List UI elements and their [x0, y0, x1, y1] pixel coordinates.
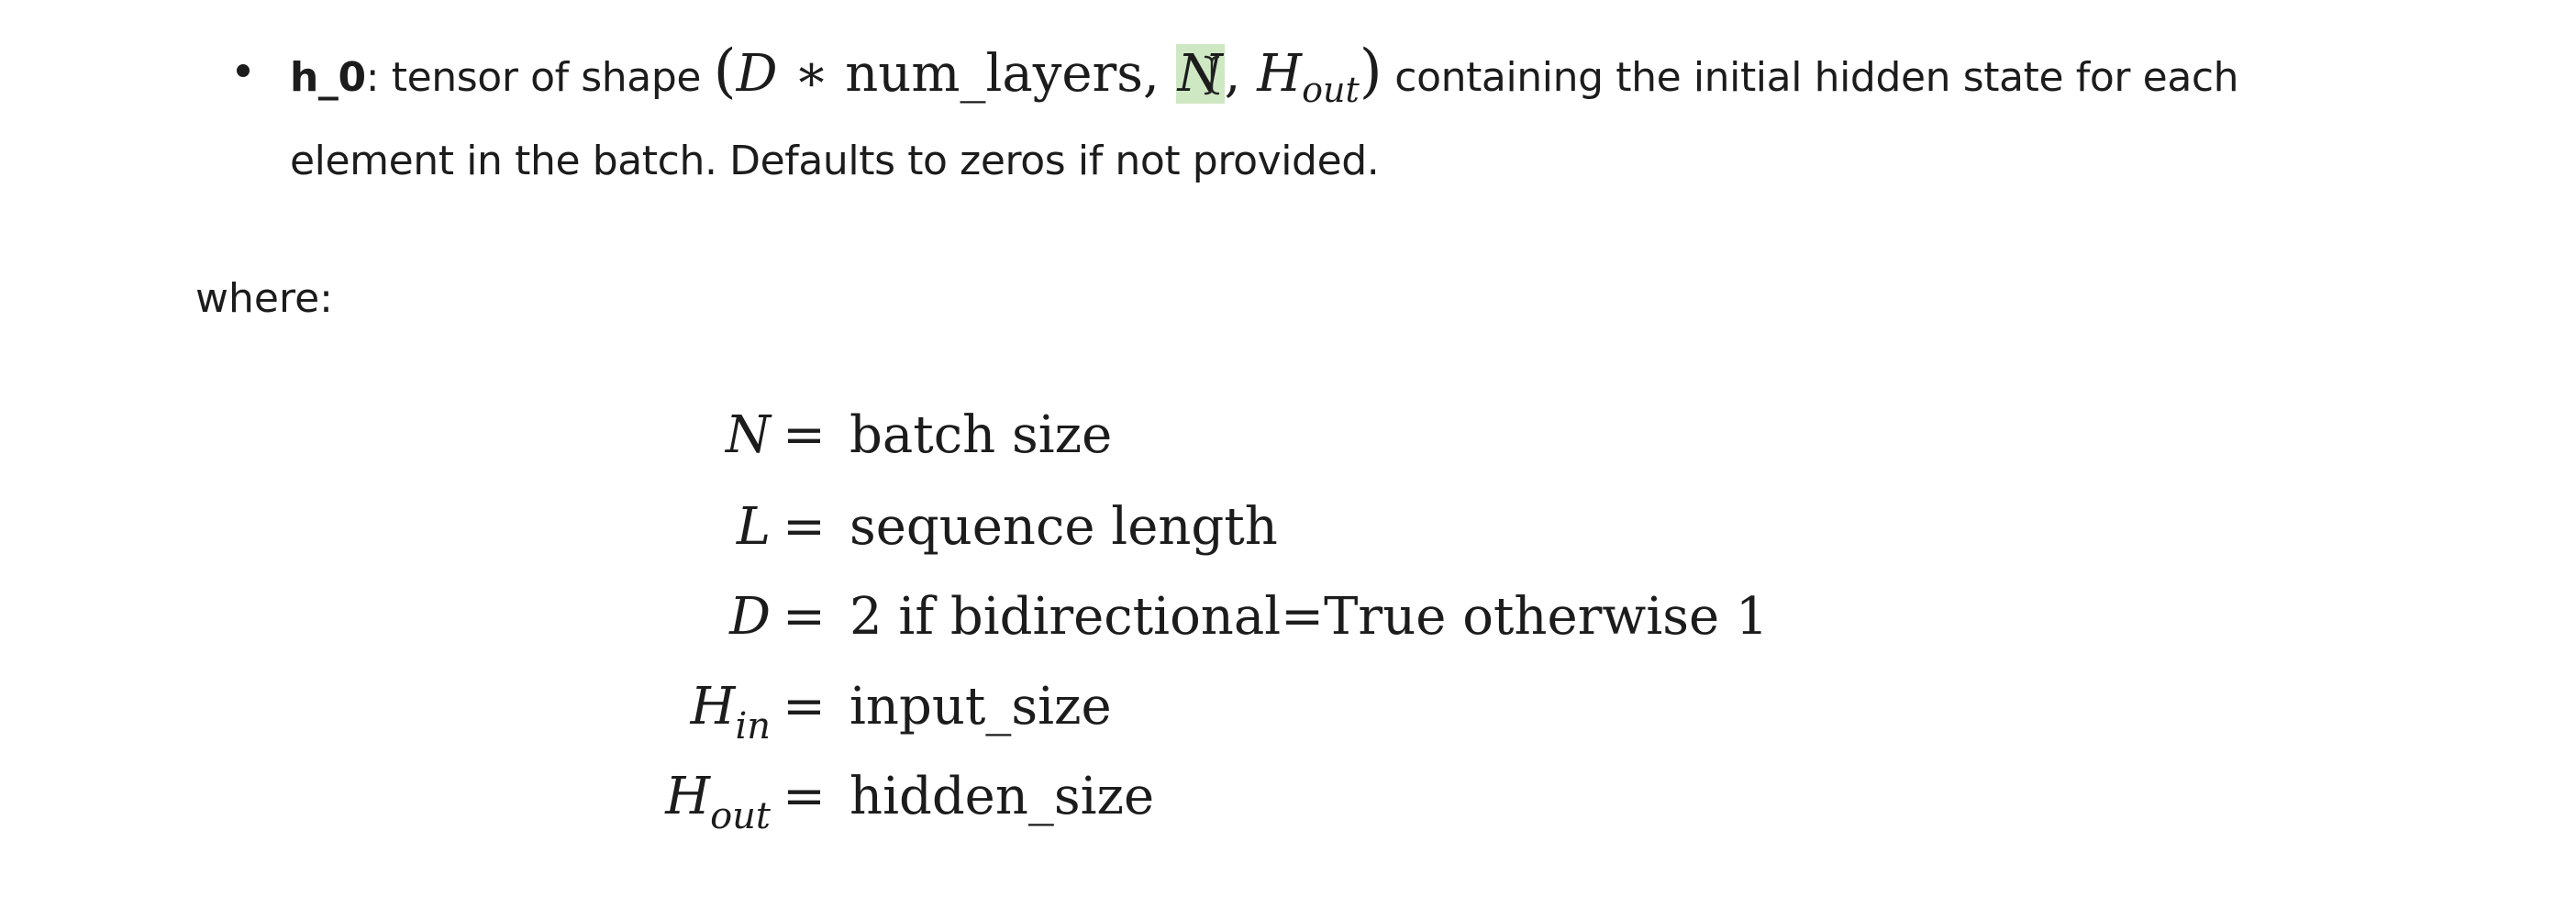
param-name: h_0 [290, 54, 366, 101]
definition-value: sequence length [849, 497, 1278, 557]
definition-value: 2 if bidirectional=True otherwise 1 [849, 587, 1769, 647]
equals-sign: = [783, 767, 826, 826]
definition-value: batch size [849, 405, 1113, 465]
shape-h-symbol: H [1257, 44, 1303, 104]
where-label: where: [195, 275, 333, 322]
bullet-dot-icon [237, 64, 250, 77]
shape-comma-1: , [1143, 44, 1176, 104]
definition-symbol: Hout [665, 767, 771, 837]
definition-value: hidden_size [849, 767, 1155, 826]
shape-h-subscript: out [1302, 70, 1360, 110]
shape-formula: (D ∗ num_layers, N, Hout) [714, 42, 1382, 110]
shape-d-symbol: D [736, 44, 778, 104]
definition-row: L = sequence length [0, 486, 1835, 569]
shape-comma-2: , [1224, 44, 1258, 104]
definition-value: input_size [849, 677, 1112, 736]
definition-symbol: D [729, 587, 771, 647]
equals-sign: = [783, 405, 826, 465]
shape-times-operator: ∗ [777, 44, 846, 104]
definition-symbol: Hin [690, 677, 771, 747]
definition-symbol: N [726, 405, 771, 465]
definition-row: Hout = hidden_size [0, 756, 1835, 838]
param-description-rest: containing the initial hidden state for … [1382, 54, 2239, 101]
equals-sign: = [783, 587, 826, 647]
param-intro-text: : tensor of shape [365, 54, 714, 101]
param-description-line-2: element in the batch. Defaults to zeros … [290, 138, 1380, 184]
definition-row: D = 2 if bidirectional=True otherwise 1 [0, 576, 1835, 659]
shape-num-layers: num_layers [845, 44, 1144, 104]
definition-row: N = batch size [0, 394, 1835, 477]
equals-sign: = [783, 497, 826, 557]
definition-row: Hin = input_size [0, 666, 1835, 748]
equals-sign: = [783, 677, 826, 736]
shape-open-paren: ( [713, 38, 737, 105]
shape-close-paren: ) [1359, 38, 1382, 105]
definition-symbol: L [736, 497, 771, 557]
param-description-line-1: h_0: tensor of shape (D ∗ num_layers, N,… [290, 42, 2239, 114]
documentation-section: h_0: tensor of shape (D ∗ num_layers, N,… [0, 0, 2576, 908]
